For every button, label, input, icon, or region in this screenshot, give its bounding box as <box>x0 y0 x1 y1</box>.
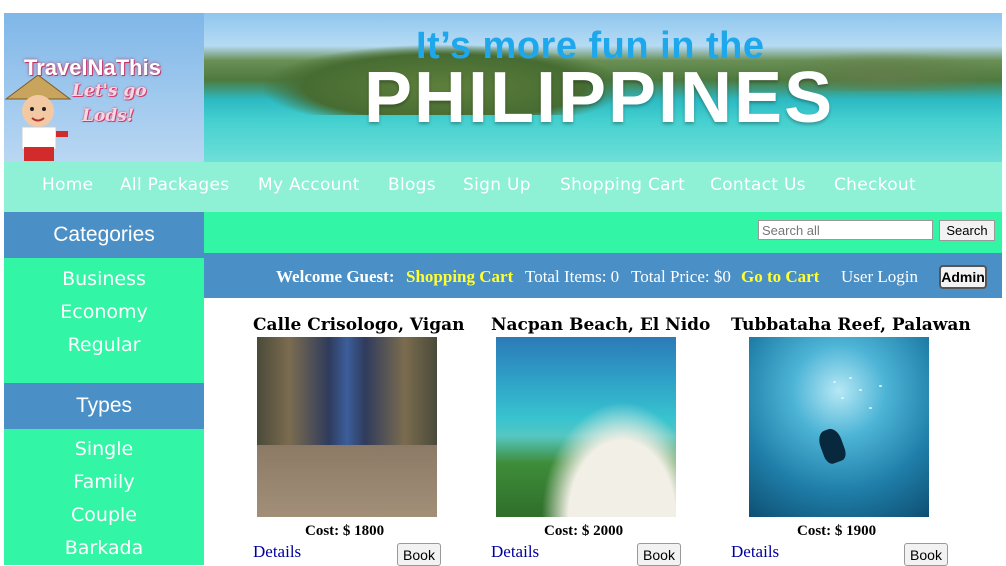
total-price: Total Price: $0 <box>631 267 731 286</box>
types-heading: Types <box>4 383 204 429</box>
nav-all-packages[interactable]: All Packages <box>120 175 229 195</box>
category-regular[interactable]: Regular <box>4 334 204 356</box>
admin-button[interactable]: Admin <box>939 265 987 289</box>
types-list: Single Family Couple Barkada <box>4 429 204 565</box>
package-image-nacpan[interactable] <box>496 337 676 517</box>
package-book-button[interactable]: Book <box>397 543 441 566</box>
nav-shopping-cart[interactable]: Shopping Cart <box>560 175 685 195</box>
nav-blogs[interactable]: Blogs <box>388 175 436 195</box>
fish-dot <box>833 381 836 383</box>
package-image-tubbataha[interactable] <box>749 337 929 517</box>
type-family[interactable]: Family <box>4 471 204 493</box>
logo[interactable]: TravelNaThis Let's go Lods! <box>4 13 204 162</box>
package-cost: Cost: $ 1900 <box>797 523 877 539</box>
brand-tagline-line1: Let's go <box>72 81 147 101</box>
nav-my-account[interactable]: My Account <box>258 175 360 195</box>
category-business[interactable]: Business <box>4 268 204 290</box>
search-bar: Search <box>204 212 1002 253</box>
fish-dot <box>879 385 882 387</box>
category-economy[interactable]: Economy <box>4 301 204 323</box>
categories-heading: Categories <box>4 212 204 258</box>
packages-grid: Calle Crisologo, Vigan Cost: $ 1800 Deta… <box>204 298 1002 566</box>
package-book-button[interactable]: Book <box>904 543 948 566</box>
diver-shape <box>815 426 849 466</box>
hero-banner: It’s more fun in the PHILIPPINES <box>204 13 1002 162</box>
fish-dot <box>849 377 852 379</box>
package-title: Calle Crisologo, Vigan <box>253 315 465 335</box>
user-login-link[interactable]: User Login <box>841 267 918 287</box>
go-to-cart-link[interactable]: Go to Cart <box>741 267 819 287</box>
package-image-vigan[interactable] <box>257 337 437 517</box>
nav-home[interactable]: Home <box>42 175 93 195</box>
fish-dot <box>859 389 862 391</box>
fish-dot <box>869 407 872 409</box>
type-couple[interactable]: Couple <box>4 504 204 526</box>
type-barkada[interactable]: Barkada <box>4 537 204 559</box>
package-details-link[interactable]: Details <box>731 542 779 562</box>
shopping-cart-link[interactable]: Shopping Cart <box>406 267 513 287</box>
fish-dot <box>841 397 844 399</box>
package-details-link[interactable]: Details <box>491 542 539 562</box>
page-frame: TravelNaThis Let's go Lods! It’s more fu… <box>4 13 1002 566</box>
brand-tagline-line2: Lods! <box>82 106 135 126</box>
package-cost: Cost: $ 2000 <box>544 523 624 539</box>
package-details-link[interactable]: Details <box>253 542 301 562</box>
brand-name: TravelNaThis <box>24 55 161 80</box>
total-items: Total Items: 0 <box>525 267 620 286</box>
header: TravelNaThis Let's go Lods! It’s more fu… <box>4 13 1002 162</box>
nav-contact-us[interactable]: Contact Us <box>710 175 806 195</box>
banner-title: PHILIPPINES <box>364 58 835 138</box>
type-single[interactable]: Single <box>4 438 204 460</box>
categories-list: Business Economy Regular <box>4 258 204 383</box>
search-button[interactable]: Search <box>939 220 995 241</box>
welcome-greeting: Welcome Guest: <box>276 267 395 286</box>
package-cost: Cost: $ 1800 <box>305 523 385 539</box>
nav-sign-up[interactable]: Sign Up <box>463 175 531 195</box>
package-title: Tubbataha Reef, Palawan <box>731 315 971 335</box>
search-input[interactable] <box>758 220 933 240</box>
package-book-button[interactable]: Book <box>637 543 681 566</box>
nav-checkout[interactable]: Checkout <box>834 175 916 195</box>
package-title: Nacpan Beach, El Nido <box>491 315 711 335</box>
main-nav: Home All Packages My Account Blogs Sign … <box>4 162 1002 212</box>
welcome-bar: Welcome Guest: Shopping Cart Total Items… <box>204 253 1002 298</box>
